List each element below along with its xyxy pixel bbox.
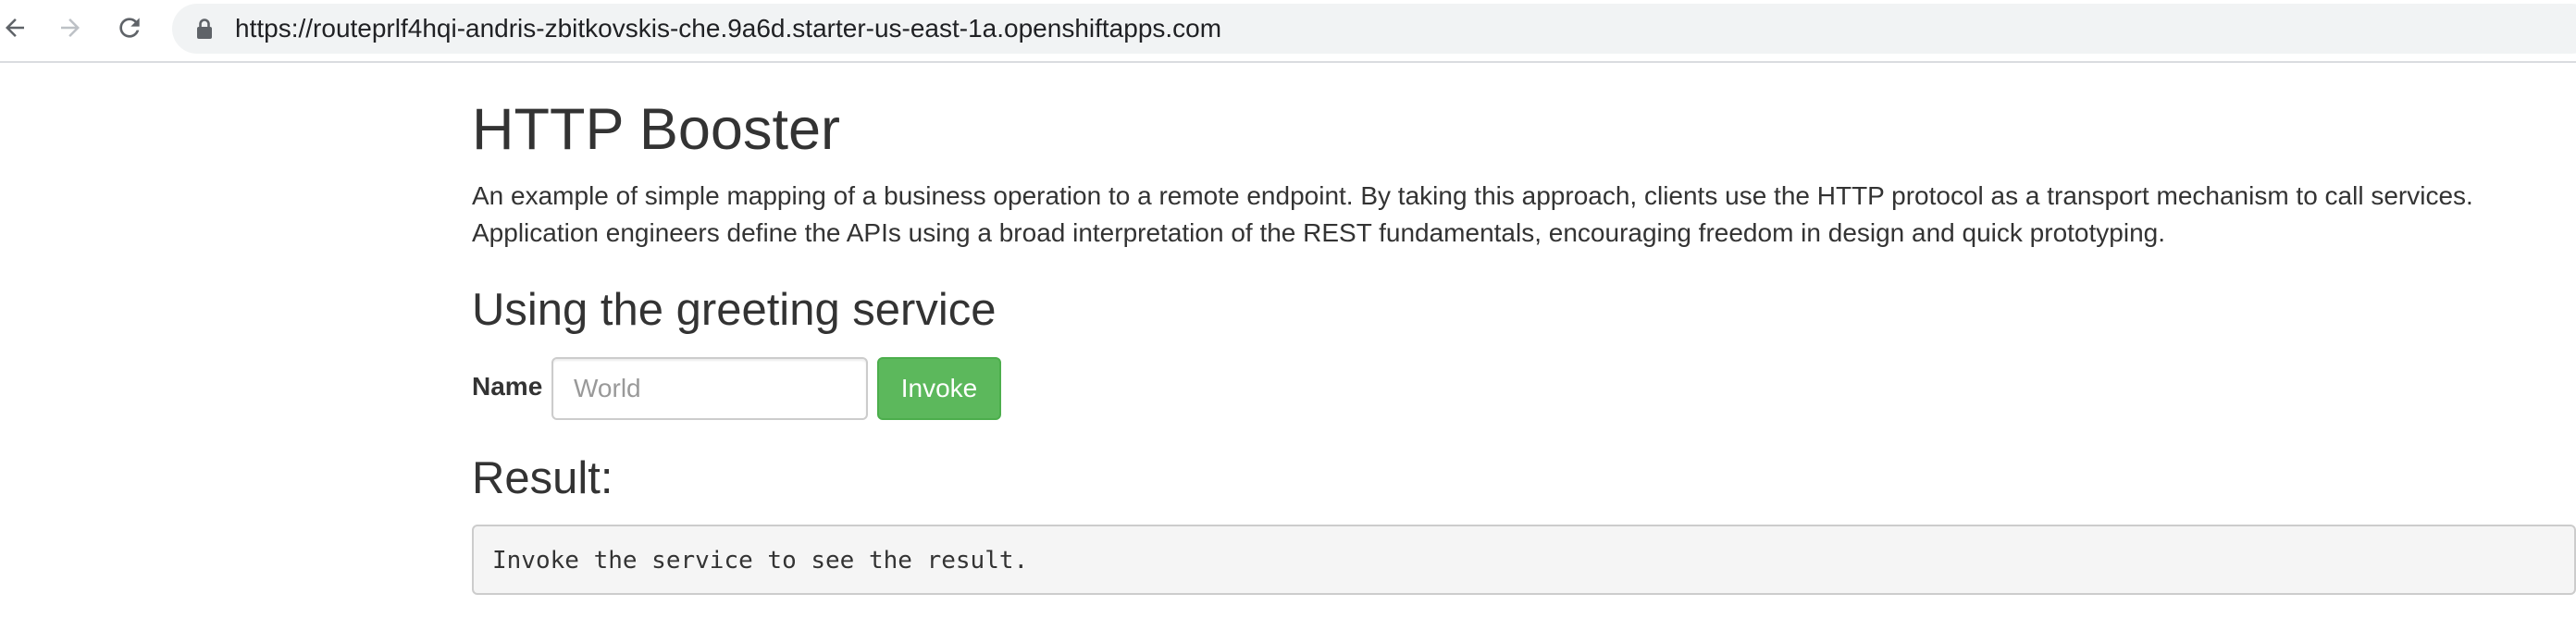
back-arrow-icon [6, 19, 24, 37]
result-box: Invoke the service to see the result. [472, 525, 2576, 595]
result-title: Result: [472, 453, 613, 503]
name-label: Name [472, 372, 543, 401]
url-text[interactable]: https://routeprlf4hqi-andris-zbitkovskis… [235, 14, 1221, 43]
page-title: HTTP Booster [472, 97, 840, 162]
address-bar[interactable]: https://routeprlf4hqi-andris-zbitkovskis… [172, 4, 2576, 54]
back-button[interactable] [0, 7, 35, 48]
forward-button[interactable] [50, 7, 91, 48]
page-description: An example of simple mapping of a busine… [472, 181, 2473, 247]
forward-arrow-icon [61, 19, 80, 37]
name-input[interactable] [551, 357, 868, 420]
section-title: Using the greeting service [472, 285, 997, 335]
reload-icon [119, 18, 140, 38]
lock-icon [197, 19, 212, 39]
browser-toolbar: https://routeprlf4hqi-andris-zbitkovskis… [0, 0, 2576, 63]
invoke-button[interactable]: Invoke [877, 357, 1001, 420]
reload-button[interactable] [109, 7, 150, 48]
